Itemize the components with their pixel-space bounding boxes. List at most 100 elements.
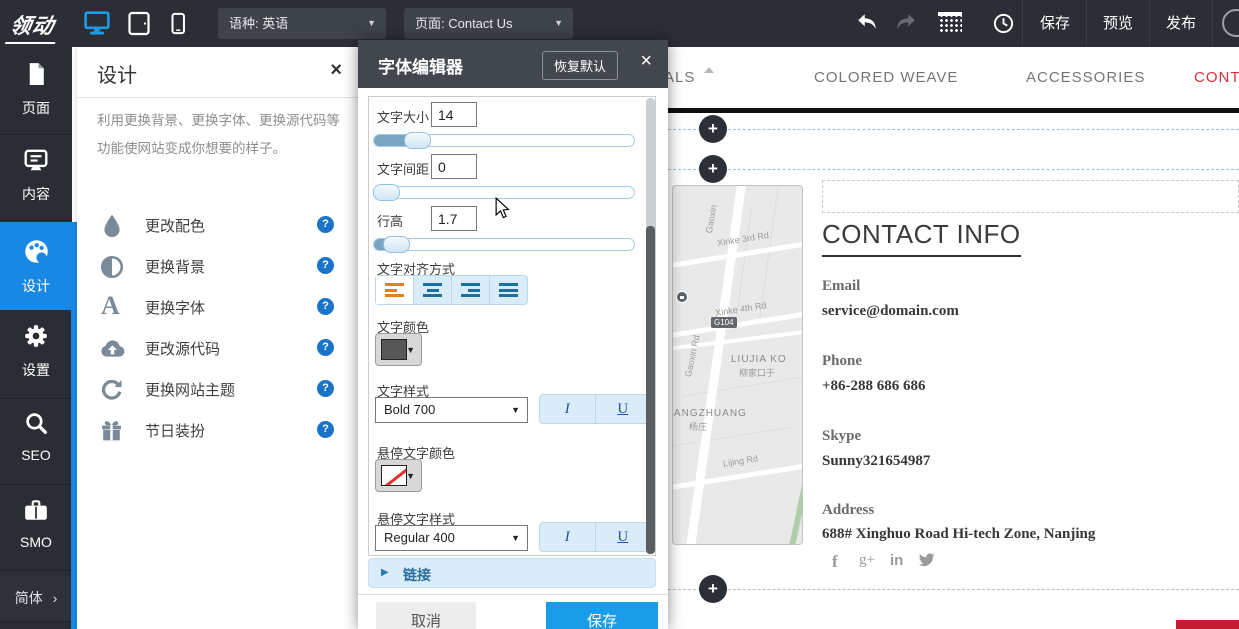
menu-item-change-font[interactable]: A 更换字体 ? [77, 287, 360, 328]
language-dropdown[interactable]: 语种: 英语 ▼ [218, 8, 386, 39]
simplified-chinese-switch[interactable]: 简体 › [0, 576, 72, 621]
sidebar-item-content[interactable]: 内容 [0, 147, 72, 204]
nav-item-contact-us[interactable]: CONTACT US [1194, 69, 1239, 86]
align-center-icon[interactable] [414, 276, 452, 304]
add-section-button[interactable]: + [699, 115, 727, 143]
desktop-view-icon[interactable] [84, 11, 110, 36]
map-label: 杨庄 [689, 420, 707, 433]
line-height-input[interactable] [431, 206, 477, 231]
menu-item-change-colors[interactable]: 更改配色 ? [77, 205, 360, 246]
help-icon[interactable]: ? [317, 380, 334, 397]
help-icon[interactable]: ? [317, 421, 334, 438]
redo-icon[interactable] [893, 12, 917, 39]
page-dropdown[interactable]: 页面: Contact Us ▼ [404, 8, 573, 39]
slider-handle[interactable] [404, 132, 431, 149]
underline-button[interactable]: U [596, 523, 651, 551]
divider [77, 97, 360, 98]
help-icon[interactable]: ? [317, 339, 334, 356]
app-logo: 领动 [5, 10, 61, 44]
grid-layout-icon[interactable] [938, 12, 962, 34]
nav-item-partial[interactable]: ALS [664, 69, 695, 86]
gift-icon [99, 418, 125, 444]
align-justify-icon[interactable] [490, 276, 527, 304]
add-section-button[interactable]: + [699, 155, 727, 183]
chevron-down-icon: ▼ [554, 8, 563, 39]
hover-style-select[interactable]: Regular 400 ▼ [375, 525, 528, 551]
add-section-button[interactable]: + [699, 575, 727, 603]
divider [0, 484, 72, 485]
slider-handle[interactable] [373, 184, 400, 201]
sidebar-item-settings[interactable]: 设置 [0, 323, 72, 380]
language-dropdown-label: 语种: 英语 [229, 16, 288, 31]
google-plus-icon[interactable]: g+ [859, 552, 875, 569]
text-style-select[interactable]: Bold 700 ▼ [375, 397, 528, 423]
panel-title: 设计 [97, 59, 137, 88]
cancel-button[interactable]: 取消 [376, 602, 476, 629]
map-label: LIUJIA KO [731, 354, 787, 365]
italic-button[interactable]: I [540, 523, 596, 551]
help-icon[interactable]: ? [317, 257, 334, 274]
nav-item-colored-weave[interactable]: COLORED WEAVE [814, 69, 958, 86]
insert-row-guide [668, 589, 1239, 590]
menu-item-holiday-decor[interactable]: 节日装扮 ? [77, 410, 360, 451]
sidebar-item-smo[interactable]: SMO [0, 497, 72, 550]
text-style-value: Bold 700 [384, 402, 435, 417]
menu-item-change-background[interactable]: 更换背景 ? [77, 246, 360, 287]
nav-scroll-up-icon[interactable] [704, 67, 714, 73]
history-icon[interactable] [992, 12, 1015, 40]
map-label: Xinke 3rd Rd [717, 230, 770, 248]
publish-button[interactable]: 发布 [1151, 0, 1211, 47]
help-icon[interactable]: ? [317, 216, 334, 233]
link-section-toggle[interactable]: ▶ 链接 [368, 558, 656, 588]
text-color-picker[interactable]: ▼ [375, 333, 422, 366]
chevron-right-icon: ▶ [381, 567, 389, 578]
save-button[interactable]: 保存 [1025, 0, 1085, 47]
sidebar-item-pages[interactable]: 页面 [0, 61, 72, 118]
skype-label: Skype [822, 428, 861, 445]
linkedin-icon[interactable]: in [890, 552, 903, 569]
align-left-icon[interactable] [376, 276, 414, 304]
underline-button[interactable]: U [596, 395, 651, 423]
slider-handle[interactable] [383, 236, 410, 253]
mobile-view-icon[interactable] [167, 11, 193, 36]
font-size-slider[interactable] [373, 134, 635, 147]
map-transit-icon[interactable] [676, 291, 688, 303]
link-section-label: 链接 [403, 565, 431, 585]
restore-default-button[interactable]: 恢复默认 [542, 51, 618, 80]
menu-item-edit-source-code[interactable]: 更改源代码 ? [77, 328, 360, 369]
insert-row-guide [668, 169, 1239, 170]
nav-bottom-bar [668, 108, 1239, 113]
language-mode-label: 简体 [15, 590, 43, 606]
facebook-icon[interactable]: f [832, 552, 838, 572]
sidebar-item-seo[interactable]: SEO [0, 411, 72, 463]
close-icon[interactable]: × [640, 50, 652, 73]
mouse-cursor [494, 197, 511, 224]
save-button[interactable]: 保存 [546, 602, 658, 629]
sidebar-item-design[interactable]: 设计 [0, 222, 72, 310]
align-right-icon[interactable] [452, 276, 490, 304]
letter-spacing-input[interactable] [431, 154, 477, 179]
menu-item-label: 更换网站主题 [145, 379, 235, 400]
italic-button[interactable]: I [540, 395, 596, 423]
twitter-icon[interactable] [918, 553, 935, 573]
hover-color-picker[interactable]: ▼ [375, 459, 422, 492]
scrollbar-thumb[interactable] [646, 226, 655, 554]
help-icon[interactable]: ? [317, 298, 334, 315]
tablet-view-icon[interactable] [127, 11, 153, 36]
divider [358, 594, 668, 595]
cloud-upload-icon [99, 336, 125, 362]
empty-row-placeholder[interactable] [822, 180, 1239, 213]
dialog-scrollbar[interactable] [646, 98, 655, 554]
nav-item-accessories[interactable]: ACCESSORIES [1026, 69, 1145, 86]
line-height-label: 行高 [377, 211, 403, 230]
menu-item-label: 更换字体 [145, 297, 205, 318]
menu-item-change-theme[interactable]: 更换网站主题 ? [77, 369, 360, 410]
font-size-input[interactable] [431, 102, 477, 127]
editor-sidebar: 页面 内容 设计 设置 SEO SMO 简体 › [0, 47, 72, 629]
line-height-slider[interactable] [373, 238, 635, 251]
undo-icon[interactable] [856, 12, 880, 39]
location-map[interactable]: Gaoxin Xinke 3rd Rd Xinke 4th Rd G104 Ga… [672, 185, 803, 545]
help-circle-icon[interactable] [1222, 9, 1239, 37]
close-icon[interactable]: × [330, 59, 342, 82]
preview-button[interactable]: 预览 [1088, 0, 1148, 47]
